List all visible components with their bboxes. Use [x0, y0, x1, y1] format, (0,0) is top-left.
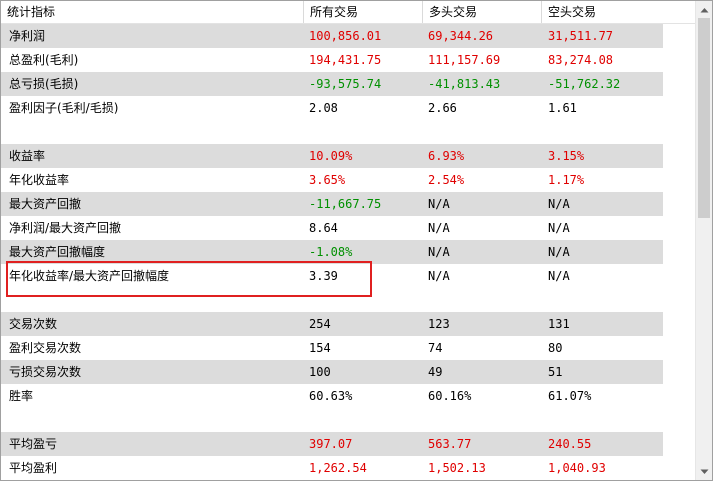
value-long-trades: 563.77 — [428, 437, 472, 451]
row-label: 年化收益率/最大资产回撤幅度 — [9, 269, 170, 283]
row-label: 总亏损(毛损) — [9, 77, 79, 91]
scrollbar-thumb[interactable] — [698, 18, 710, 218]
value-all-trades: 1,262.54 — [309, 461, 367, 475]
table-row[interactable]: 盈利因子(毛利/毛损) 2.08 2.66 1.61 — [1, 96, 663, 120]
column-header-short-trades[interactable]: 空头交易 — [542, 1, 695, 23]
column-header-long-trades[interactable]: 多头交易 — [423, 1, 542, 23]
value-all-trades: 2.08 — [309, 101, 338, 115]
value-long-trades: N/A — [428, 269, 450, 283]
value-all-trades: 397.07 — [309, 437, 353, 451]
value-short-trades: 1.17% — [548, 173, 585, 187]
value-all-trades: 254 — [309, 317, 331, 331]
row-label: 最大资产回撤 — [9, 197, 82, 211]
value-short-trades: 80 — [548, 341, 563, 355]
row-label: 净利润 — [9, 29, 46, 43]
value-short-trades: 131 — [548, 317, 570, 331]
value-short-trades: -51,762.32 — [548, 77, 621, 91]
row-label: 总盈利(毛利) — [9, 53, 79, 67]
row-label: 盈利因子(毛利/毛损) — [9, 101, 119, 115]
table-row[interactable]: 平均盈亏 397.07 563.77 240.55 — [1, 432, 663, 456]
value-short-trades: 1,040.93 — [548, 461, 606, 475]
value-short-trades: 3.15% — [548, 149, 585, 163]
table-separator-row — [1, 408, 663, 432]
value-long-trades: 69,344.26 — [428, 29, 494, 43]
value-all-trades: 154 — [309, 341, 331, 355]
row-label: 收益率 — [9, 149, 46, 163]
table-row[interactable]: 胜率 60.63% 60.16% 61.07% — [1, 384, 663, 408]
row-label: 胜率 — [9, 389, 34, 403]
table-row[interactable]: 最大资产回撤幅度 -1.08% N/A N/A — [1, 240, 663, 264]
row-label: 净利润/最大资产回撤 — [9, 221, 122, 235]
value-long-trades: 123 — [428, 317, 450, 331]
row-label: 平均盈利 — [9, 461, 58, 475]
table-row[interactable]: 亏损交易次数 100 49 51 — [1, 360, 663, 384]
row-label: 交易次数 — [9, 317, 58, 331]
value-short-trades: N/A — [548, 197, 570, 211]
table-row[interactable]: 年化收益率 3.65% 2.54% 1.17% — [1, 168, 663, 192]
table-row[interactable]: 盈利交易次数 154 74 80 — [1, 336, 663, 360]
value-all-trades: 8.64 — [309, 221, 338, 235]
column-header-metric[interactable]: 统计指标 — [1, 1, 304, 23]
value-all-trades: 10.09% — [309, 149, 353, 163]
value-long-trades: 2.54% — [428, 173, 465, 187]
value-long-trades: N/A — [428, 221, 450, 235]
value-long-trades: 60.16% — [428, 389, 472, 403]
row-label: 最大资产回撤幅度 — [9, 245, 106, 259]
value-all-trades: 194,431.75 — [309, 53, 382, 67]
table-row[interactable]: 总盈利(毛利) 194,431.75 111,157.69 83,274.08 — [1, 48, 663, 72]
triangle-down-icon — [700, 469, 709, 474]
scroll-up-button[interactable] — [696, 1, 712, 18]
value-short-trades: 83,274.08 — [548, 53, 614, 67]
vertical-scrollbar[interactable] — [695, 1, 712, 480]
value-long-trades: -41,813.43 — [428, 77, 501, 91]
table-row[interactable]: 最大资产回撤 -11,667.75 N/A N/A — [1, 192, 663, 216]
row-label: 盈利交易次数 — [9, 341, 82, 355]
table-row[interactable]: 交易次数 254 123 131 — [1, 312, 663, 336]
value-all-trades: -1.08% — [309, 245, 353, 259]
table-separator-row — [1, 288, 663, 312]
value-all-trades: -93,575.74 — [309, 77, 382, 91]
value-short-trades: N/A — [548, 245, 570, 259]
value-short-trades: 1.61 — [548, 101, 577, 115]
value-short-trades: 240.55 — [548, 437, 592, 451]
value-short-trades: N/A — [548, 221, 570, 235]
table-row[interactable]: 净利润/最大资产回撤 8.64 N/A N/A — [1, 216, 663, 240]
value-long-trades: 74 — [428, 341, 443, 355]
value-short-trades: 31,511.77 — [548, 29, 614, 43]
value-long-trades: N/A — [428, 197, 450, 211]
statistics-table-window: 统计指标 所有交易 多头交易 空头交易 净利润 100,856.01 69,344.… — [0, 0, 713, 481]
scroll-down-button[interactable] — [696, 463, 712, 480]
value-all-trades: -11,667.75 — [309, 197, 382, 211]
table-row[interactable]: 净利润 100,856.01 69,344.26 31,511.77 — [1, 24, 663, 48]
value-short-trades: 61.07% — [548, 389, 592, 403]
value-long-trades: 111,157.69 — [428, 53, 501, 67]
table-row[interactable]: 总亏损(毛损) -93,575.74 -41,813.43 -51,762.32 — [1, 72, 663, 96]
value-all-trades: 3.65% — [309, 173, 346, 187]
triangle-up-icon — [700, 7, 709, 12]
value-all-trades: 100,856.01 — [309, 29, 382, 43]
value-long-trades: N/A — [428, 245, 450, 259]
row-label: 年化收益率 — [9, 173, 70, 187]
value-all-trades: 100 — [309, 365, 331, 379]
table-row[interactable]: 平均盈利 1,262.54 1,502.13 1,040.93 — [1, 456, 663, 480]
value-long-trades: 49 — [428, 365, 443, 379]
value-short-trades: 51 — [548, 365, 563, 379]
table-row[interactable]: 收益率 10.09% 6.93% 3.15% — [1, 144, 663, 168]
table-header: 统计指标 所有交易 多头交易 空头交易 — [1, 1, 695, 24]
row-label: 亏损交易次数 — [9, 365, 82, 379]
table-separator-row — [1, 120, 663, 144]
value-long-trades: 2.66 — [428, 101, 457, 115]
column-header-all-trades[interactable]: 所有交易 — [304, 1, 423, 23]
value-short-trades: N/A — [548, 269, 570, 283]
table-row[interactable]: 年化收益率/最大资产回撤幅度 3.39 N/A N/A — [1, 264, 663, 288]
row-label: 平均盈亏 — [9, 437, 58, 451]
statistics-grid: 统计指标 所有交易 多头交易 空头交易 净利润 100,856.01 69,344.… — [1, 1, 695, 480]
value-all-trades: 3.39 — [309, 269, 338, 283]
value-long-trades: 1,502.13 — [428, 461, 486, 475]
value-all-trades: 60.63% — [309, 389, 353, 403]
value-long-trades: 6.93% — [428, 149, 465, 163]
